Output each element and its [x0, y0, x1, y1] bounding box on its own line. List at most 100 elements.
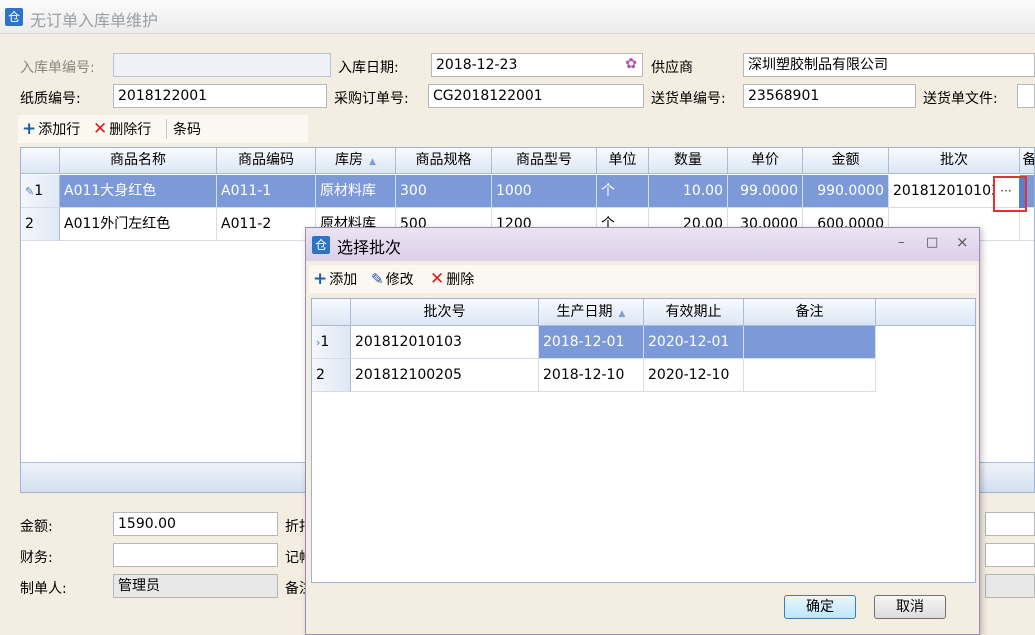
cell-code[interactable]: A011-2	[217, 208, 316, 241]
delivery-no-field[interactable]: 23568901	[743, 84, 916, 108]
date-value: 2018-12-23	[436, 57, 518, 73]
col-header-amount[interactable]: 金额	[803, 148, 889, 174]
cell-qty[interactable]: 10.00	[649, 175, 728, 208]
col-header-spec[interactable]: 商品规格	[396, 148, 492, 174]
row-number: 1	[34, 183, 44, 199]
right-field-1[interactable]	[985, 512, 1035, 536]
add-row-label: 添加行	[38, 122, 81, 138]
col-header-batch[interactable]: 批次	[889, 148, 1020, 174]
cell-remark[interactable]	[744, 326, 876, 359]
cell-spec[interactable]: 300	[396, 175, 492, 208]
col-header-warehouse-label: 库房	[335, 152, 364, 168]
delivery-file-label: 送货单文件:	[923, 91, 998, 107]
date-label: 入库日期:	[338, 60, 399, 76]
cell-unit[interactable]: 个	[597, 175, 649, 208]
calendar-icon[interactable]: ✿	[625, 55, 637, 73]
col-header-qty[interactable]: 数量	[649, 148, 728, 174]
amount-label: 金额:	[20, 519, 53, 535]
col-header-model[interactable]: 商品型号	[492, 148, 597, 174]
paper-no-field[interactable]: 2018122001	[113, 84, 327, 108]
add-row-button[interactable]: + 添加行	[22, 119, 80, 139]
dialog-edit-button[interactable]: ✎ 修改	[371, 269, 414, 289]
cell-price[interactable]: 99.0000	[728, 175, 803, 208]
dialog-title-bar[interactable]: 仓 选择批次 – □ ×	[306, 228, 979, 261]
plus-icon: +	[22, 119, 37, 139]
row-header[interactable]: ✎1	[21, 175, 60, 208]
col-header-remark[interactable]: 备	[1020, 148, 1034, 174]
ok-button[interactable]: 确定	[784, 595, 856, 619]
grid-toolbar: + 添加行 ✕ 删除行 条码	[18, 115, 308, 143]
amount-field[interactable]: 1590.00	[113, 512, 278, 536]
grid-corner	[21, 148, 60, 174]
col-header-production-date[interactable]: 生产日期 ▲	[539, 299, 644, 326]
creator-label: 制单人:	[20, 581, 67, 597]
sort-asc-icon: ▲	[618, 309, 626, 319]
po-no-label: 采购订单号:	[334, 91, 409, 107]
row-header[interactable]: ›1	[312, 326, 351, 359]
col-header-expiry-date[interactable]: 有效期止	[644, 299, 744, 326]
row-header[interactable]: 2	[312, 359, 351, 392]
cell-expiry-date[interactable]: 2020-12-10	[644, 359, 744, 392]
cell-batch-no[interactable]: 201812100205	[351, 359, 539, 392]
highlight-box	[993, 176, 1027, 212]
receipt-no-label: 入库单编号:	[20, 60, 95, 76]
col-header-unit[interactable]: 单位	[597, 148, 649, 174]
cell-warehouse[interactable]: 原材料库	[316, 175, 396, 208]
dialog-add-label: 添加	[329, 272, 358, 288]
date-field[interactable]: 2018-12-23 ✿	[431, 53, 643, 77]
col-header-name[interactable]: 商品名称	[60, 148, 217, 174]
plus-icon: +	[313, 269, 328, 289]
close-icon[interactable]: ×	[956, 233, 969, 251]
col-header-price[interactable]: 单价	[728, 148, 803, 174]
edit-pencil-icon: ✎	[25, 185, 35, 198]
cell-code[interactable]: A011-1	[217, 175, 316, 208]
dialog-toolbar: + 添加 ✎ 修改 ✕ 删除	[309, 265, 976, 293]
cell-production-date[interactable]: 2018-12-10	[539, 359, 644, 392]
dialog-add-button[interactable]: + 添加	[313, 269, 357, 289]
finance-label: 财务:	[20, 550, 53, 566]
pencil-icon: ✎	[371, 270, 384, 288]
cell-model[interactable]: 1000	[492, 175, 597, 208]
batch-select-dialog: 仓 选择批次 – □ × + 添加 ✎ 修改 ✕ 删除 批次号 生产日期 ▲ 有效期止 …	[305, 227, 980, 635]
app-icon: 仓	[5, 8, 23, 26]
receipt-no-field[interactable]	[113, 53, 331, 77]
cell-amount[interactable]: 990.0000	[803, 175, 889, 208]
title-bar: 仓 无订单入库单维护	[0, 0, 1035, 34]
supplier-field[interactable]: 深圳塑胶制品有限公司	[743, 53, 1035, 77]
po-no-field[interactable]: CG2018122001	[428, 84, 644, 108]
cell-production-date[interactable]: 2018-12-01	[539, 326, 644, 359]
minimize-icon[interactable]: –	[898, 235, 905, 250]
col-header-remark[interactable]: 备注	[744, 299, 876, 326]
cell-name[interactable]: A011大身红色	[60, 175, 217, 208]
delete-row-button[interactable]: ✕ 删除行	[93, 119, 151, 139]
finance-field[interactable]	[113, 543, 278, 567]
right-field-2[interactable]	[985, 543, 1035, 567]
delete-x-icon: ✕	[430, 269, 445, 289]
barcode-button[interactable]: 条码	[173, 119, 201, 139]
cell-remark[interactable]	[1020, 208, 1034, 241]
window-title: 无订单入库单维护	[30, 11, 159, 30]
row-header[interactable]: 2	[21, 208, 60, 241]
maximize-icon[interactable]: □	[926, 235, 938, 250]
col-header-filler	[876, 299, 975, 326]
col-header-code[interactable]: 商品编码	[217, 148, 316, 174]
cell-remark[interactable]	[744, 359, 876, 392]
delete-x-icon: ✕	[93, 119, 108, 139]
dialog-app-icon: 仓	[312, 236, 330, 254]
dialog-edit-label: 修改	[385, 272, 414, 288]
delivery-file-field[interactable]	[1017, 84, 1035, 108]
cell-name[interactable]: A011外门左红色	[60, 208, 217, 241]
toolbar-separator	[166, 119, 167, 139]
cancel-button[interactable]: 取消	[874, 595, 946, 619]
cell-batch-no[interactable]: 201812010103	[351, 326, 539, 359]
col-header-batch-no[interactable]: 批次号	[351, 299, 539, 326]
delivery-no-label: 送货单编号:	[651, 91, 726, 107]
creator-field[interactable]: 管理员	[113, 574, 278, 598]
sort-asc-icon: ▲	[369, 157, 376, 167]
batch-grid: 批次号 生产日期 ▲ 有效期止 备注 ›1 201812010103 2018-1…	[311, 298, 976, 583]
col-header-warehouse[interactable]: 库房 ▲	[316, 148, 396, 174]
cell-expiry-date[interactable]: 2020-12-01	[644, 326, 744, 359]
right-field-3[interactable]	[985, 574, 1035, 598]
dialog-delete-button[interactable]: ✕ 删除	[430, 269, 474, 289]
col-header-production-date-label: 生产日期	[556, 304, 613, 320]
